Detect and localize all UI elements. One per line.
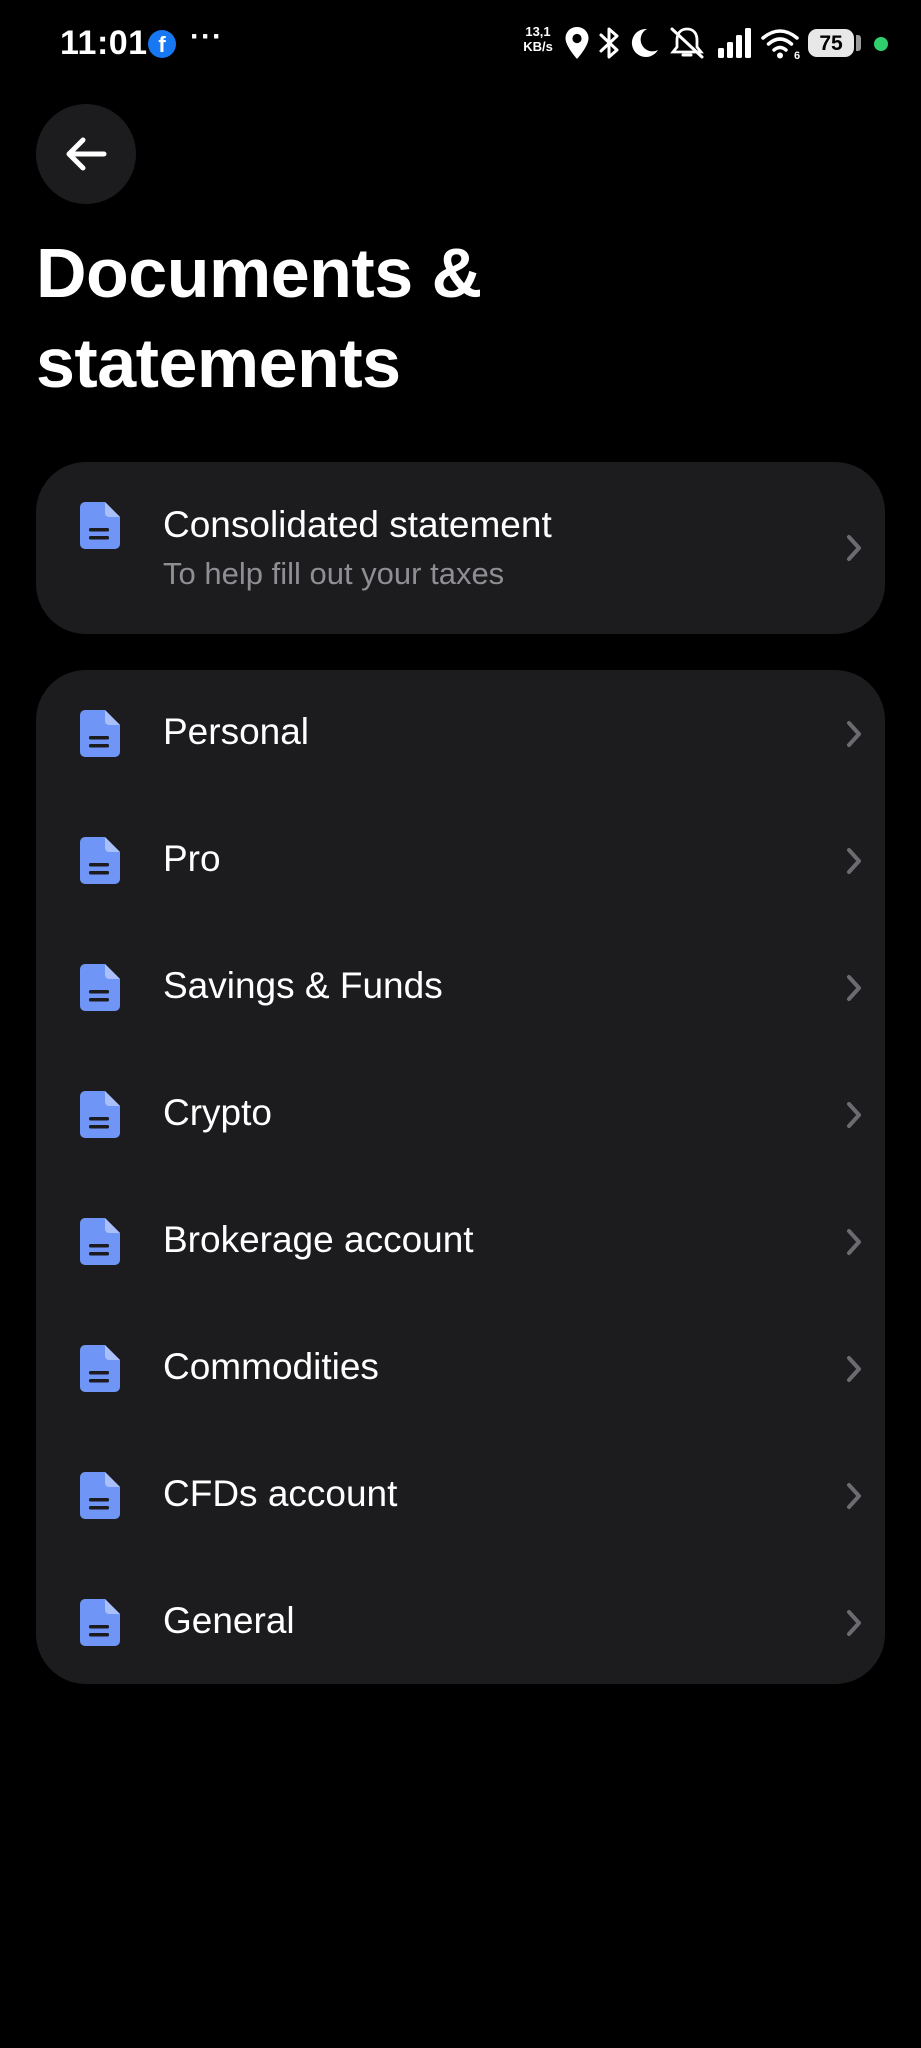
list-item-label: General [163, 1600, 295, 1641]
facebook-icon: f [148, 30, 176, 58]
list-item-brokerage-account[interactable]: Brokerage account [36, 1178, 885, 1305]
list-item-label: Commodities [163, 1346, 379, 1387]
chevron-right-icon [847, 848, 861, 874]
chevron-right-icon [847, 721, 861, 747]
document-icon [80, 1345, 120, 1392]
list-item-crypto[interactable]: Crypto [36, 1051, 885, 1178]
account-statements-list: Personal Pro Savings & Funds Crypto Brok… [36, 670, 885, 1684]
chevron-right-icon [847, 1356, 861, 1382]
bell-off-icon [670, 27, 704, 59]
consolidated-statement-row[interactable]: Consolidated statement To help fill out … [36, 462, 885, 634]
list-item-general[interactable]: General [36, 1559, 885, 1684]
list-item-commodities[interactable]: Commodities [36, 1305, 885, 1432]
list-item-savings-funds[interactable]: Savings & Funds [36, 924, 885, 1051]
consolidated-statement-subtitle: To help fill out your taxes [163, 556, 505, 591]
svg-text:6: 6 [794, 50, 800, 60]
status-bar: 11:01 f ··· 13,1 KB/s 6 75 [0, 0, 921, 90]
more-notifications-icon: ··· [190, 20, 223, 53]
chevron-right-icon [847, 1483, 861, 1509]
chevron-right-icon [847, 1102, 861, 1128]
status-time: 11:01 [60, 24, 148, 62]
consolidated-statement-title: Consolidated statement [163, 504, 552, 545]
list-item-cfds-account[interactable]: CFDs account [36, 1432, 885, 1559]
list-item-label: Savings & Funds [163, 965, 443, 1006]
net-speed-unit: KB/s [523, 39, 553, 54]
page-title: Documents & statements [36, 228, 736, 408]
list-item-pro[interactable]: Pro [36, 797, 885, 924]
list-item-label: Pro [163, 838, 221, 879]
list-item-label: Personal [163, 711, 310, 752]
back-button[interactable] [36, 104, 136, 204]
document-icon [80, 1599, 120, 1646]
page-title-line1: Documents & [36, 234, 482, 312]
document-icon [80, 1091, 120, 1138]
net-speed-value: 13,1 [525, 24, 551, 39]
consolidated-statement-card: Consolidated statement To help fill out … [36, 462, 885, 634]
list-item-personal[interactable]: Personal [36, 670, 885, 797]
moon-icon [631, 28, 658, 57]
list-item-label: CFDs account [163, 1473, 398, 1514]
chevron-right-icon [847, 1229, 861, 1255]
signal-icon [718, 28, 751, 58]
document-icon [80, 1472, 120, 1519]
list-item-label: Crypto [163, 1092, 272, 1133]
location-icon [565, 27, 589, 59]
bluetooth-icon [599, 27, 619, 59]
document-icon [80, 710, 120, 757]
arrow-left-icon [66, 137, 107, 171]
net-speed: 13,1 KB/s [518, 24, 558, 54]
document-icon [80, 502, 120, 549]
chevron-right-icon [847, 535, 861, 561]
wifi-icon: 6 [761, 29, 800, 60]
privacy-indicator-dot [874, 37, 888, 51]
document-icon [80, 964, 120, 1011]
battery-icon: 75 [808, 29, 854, 57]
battery-tip [856, 35, 861, 51]
document-icon [80, 1218, 120, 1265]
page-title-line2: statements [36, 324, 401, 402]
chevron-right-icon [847, 975, 861, 1001]
document-icon [80, 837, 120, 884]
chevron-right-icon [847, 1610, 861, 1636]
list-item-label: Brokerage account [163, 1219, 474, 1260]
